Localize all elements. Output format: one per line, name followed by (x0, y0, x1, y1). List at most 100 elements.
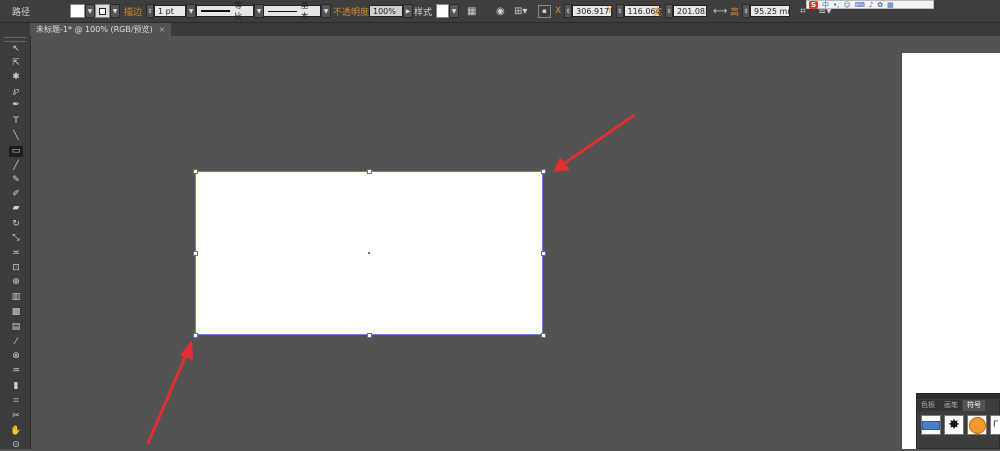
rectangle-tool-icon[interactable]: ▭ (9, 146, 23, 157)
handle-bottom-left[interactable] (193, 333, 198, 338)
document-tab[interactable]: 未标题-1* @ 100% (RGB/预览) × (30, 23, 172, 36)
height-control[interactable]: 高 ⇕ 95.25 mm (730, 0, 791, 22)
chevron-right-icon[interactable]: ▶ (403, 4, 413, 18)
x-label: X (555, 6, 562, 16)
close-icon[interactable]: × (159, 25, 166, 34)
blob-brush-tool-icon[interactable]: ✐ (9, 189, 23, 200)
fill-color-control[interactable]: ▼ (70, 0, 95, 22)
ime-mode-label[interactable]: 中 (822, 0, 829, 10)
symbol-sprayer-tool-icon[interactable]: ♒ (9, 366, 23, 377)
width-control[interactable]: 宽 ⇕ 201.083 (653, 0, 708, 22)
handle-top-center[interactable] (367, 169, 372, 174)
stroke-color-control[interactable]: ▼ (95, 0, 120, 22)
artboard-tool-icon[interactable]: ⌗ (9, 396, 23, 407)
emoji-icon[interactable]: ☺ (843, 1, 850, 9)
perspective-grid-tool-icon[interactable]: ▥ (9, 292, 23, 303)
width-field[interactable]: 201.083 (673, 5, 708, 17)
handle-top-right[interactable] (541, 169, 546, 174)
tab-brushes[interactable]: 画笔 (940, 400, 962, 411)
mesh-tool-icon[interactable]: ▩ (9, 307, 23, 318)
pen-tool-icon[interactable]: ✒ (9, 100, 23, 111)
align-icon[interactable]: ⊞▾ (514, 0, 527, 22)
profile-box[interactable]: 等比 (196, 1, 254, 21)
toolbox-icon[interactable]: ▦ (887, 1, 894, 9)
handle-top-left[interactable] (193, 169, 198, 174)
stroke-label[interactable]: 描边 (124, 0, 142, 22)
blend-tool-icon[interactable]: ⊗ (9, 351, 23, 362)
height-field[interactable]: 95.25 mm (750, 5, 791, 17)
magic-wand-tool-icon[interactable]: ✱ (9, 72, 23, 83)
keyboard-icon[interactable]: ⌨ (855, 1, 865, 9)
stepper-icon[interactable]: ⇕ (564, 4, 573, 18)
pencil-tool-icon[interactable]: ✎ (9, 175, 23, 186)
chevron-down-icon[interactable]: ▼ (85, 4, 95, 18)
style-swatch[interactable] (436, 4, 449, 18)
chevron-down-icon[interactable]: ▼ (321, 4, 331, 18)
width-tool-icon[interactable]: ≍ (9, 248, 23, 259)
rotate-tool-icon[interactable]: ↻ (9, 219, 23, 230)
type-tool-icon[interactable]: T (9, 116, 23, 127)
stroke-weight-control[interactable]: ⇕ 1 pt ▼ (146, 0, 196, 22)
reference-point-icon[interactable]: ▪ (538, 0, 551, 22)
symbol-swatches: ✸ Γ (921, 415, 1000, 437)
splatter-glyph: ✸ (948, 417, 960, 433)
chevron-down-icon[interactable]: ▼ (186, 4, 196, 18)
eyedropper-tool-icon[interactable]: ⁄ (9, 337, 23, 348)
eraser-tool-icon[interactable]: ▰ (9, 203, 23, 214)
skin-icon[interactable]: ✿ (877, 1, 883, 9)
panel-grip-icon[interactable] (4, 37, 26, 42)
column-graph-tool-icon[interactable]: ▮ (9, 381, 23, 392)
handle-middle-left[interactable] (193, 251, 198, 256)
ime-toolbar[interactable]: S 中 •, ☺ ⌨ ♪ ✿ ▦ (806, 0, 934, 9)
brush-box[interactable]: 基本 (263, 1, 321, 21)
handle-bottom-right[interactable] (541, 333, 546, 338)
line-tool-icon[interactable]: ╲ (9, 131, 23, 142)
scale-tool-icon[interactable]: ⤡ (9, 233, 23, 244)
stepper-icon[interactable]: ⇕ (615, 4, 624, 18)
transform-icon[interactable]: ⌗ (800, 0, 806, 22)
constrain-proportions-icon[interactable]: ⟷ (713, 0, 727, 22)
artboard[interactable] (902, 53, 1000, 449)
symbol-orange-button-icon[interactable] (967, 415, 987, 435)
paintbrush-tool-icon[interactable]: ╱ (9, 161, 23, 172)
handle-middle-right[interactable] (541, 251, 546, 256)
y-coordinate[interactable]: Y ⇕ 116.064 (607, 0, 660, 22)
direct-selection-tool-icon[interactable]: ⇱ (9, 58, 23, 69)
panel-header[interactable] (917, 394, 1000, 399)
slice-tool-icon[interactable]: ✂ (9, 411, 23, 422)
chevron-down-icon[interactable]: ▼ (110, 4, 120, 18)
globe-icon[interactable]: ◉ (496, 0, 505, 22)
stepper-icon[interactable]: ⇕ (146, 4, 154, 18)
symbol-blue-banner-icon[interactable] (921, 415, 941, 435)
opacity-field[interactable]: 100% (369, 5, 403, 17)
free-transform-tool-icon[interactable]: ⊡ (9, 263, 23, 274)
hand-tool-icon[interactable]: ✋ (9, 426, 23, 437)
recolor-icon[interactable]: ▦ (467, 0, 476, 22)
stroke-swatch[interactable] (95, 4, 110, 18)
handle-bottom-center[interactable] (367, 333, 372, 338)
variable-width-profile[interactable]: 等比 ▼ (196, 0, 264, 22)
punctuation-icon[interactable]: •, (833, 1, 839, 9)
stepper-icon[interactable]: ⇕ (742, 4, 751, 18)
symbol-splatter-icon[interactable]: ✸ (944, 415, 964, 435)
chevron-down-icon[interactable]: ▼ (449, 4, 459, 18)
fill-swatch[interactable] (70, 4, 85, 18)
tab-swatches[interactable]: 色板 (917, 400, 939, 411)
zoom-tool-icon[interactable]: ⊙ (9, 440, 23, 451)
document-tab-title: 未标题-1* @ 100% (RGB/预览) (36, 25, 153, 34)
shape-builder-tool-icon[interactable]: ⊕ (9, 277, 23, 288)
lasso-tool-icon[interactable]: ℘ (9, 86, 23, 97)
stroke-weight-field[interactable]: 1 pt (154, 5, 186, 17)
brush-definition[interactable]: 基本 ▼ (263, 0, 331, 22)
sogou-logo-icon[interactable]: S (809, 0, 819, 9)
voice-icon[interactable]: ♪ (869, 1, 873, 9)
gradient-tool-icon[interactable]: ▤ (9, 322, 23, 333)
tab-symbols[interactable]: 符号 (963, 400, 985, 411)
opacity-label[interactable]: 不透明度 (333, 0, 369, 22)
graphic-style-control[interactable]: ▼ (436, 0, 459, 22)
x-coordinate[interactable]: X ⇕ 306.917 (555, 0, 613, 22)
selection-tool-icon[interactable]: ↖ (9, 44, 23, 55)
stepper-icon[interactable]: ⇕ (665, 4, 674, 18)
opacity-control[interactable]: 100% ▶ (369, 0, 413, 22)
symbol-partial-icon[interactable]: Γ (990, 415, 1000, 435)
